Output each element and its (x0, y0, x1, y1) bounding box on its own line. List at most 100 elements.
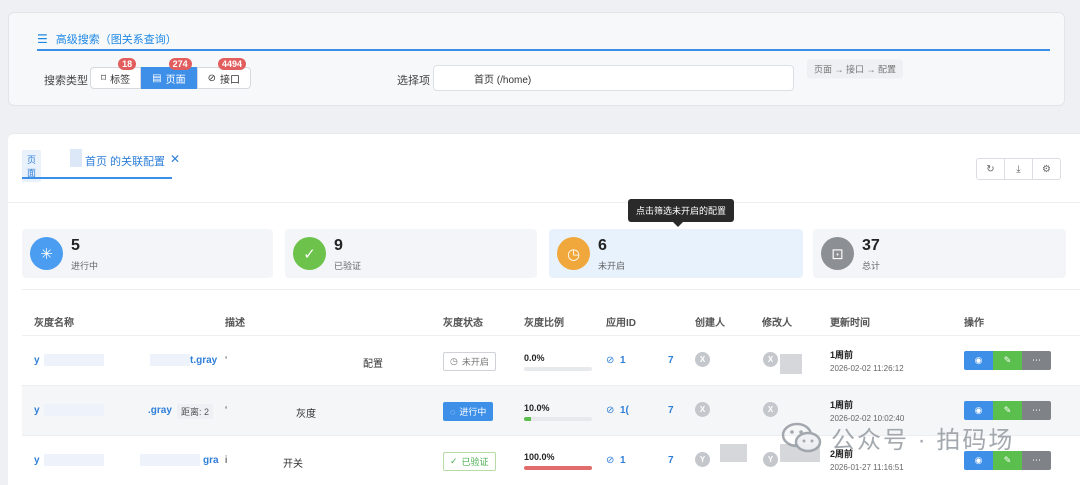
watermark: 公众号 · 拍码场 (781, 420, 1014, 455)
row-name-end[interactable]: gra (203, 455, 219, 466)
status-label: 进行中 (459, 407, 487, 417)
stat-verified-count: 9 (334, 237, 343, 254)
more-icon: ⋯ (1032, 355, 1041, 365)
row-desc: 配置 (363, 359, 383, 370)
type-tag-button[interactable]: 18 ⌑ 标签 (90, 58, 142, 89)
ratio-progress-bar (524, 417, 592, 421)
time-relative: 1周前 (830, 400, 854, 410)
active-tab-underline (22, 177, 172, 179)
col-header-ratio: 灰度比例 (524, 318, 564, 329)
app-id-suffix[interactable]: 7 (668, 405, 674, 416)
row-name-start[interactable]: y (34, 455, 40, 466)
type-page-label: 页面 (165, 74, 186, 86)
redacted-block (70, 149, 82, 167)
more-button[interactable]: ⋯ (1022, 351, 1051, 370)
loading-icon: ◌ (450, 406, 456, 417)
download-button[interactable]: ⤓ (1004, 158, 1033, 180)
watermark-text: 公众号 · 拍码场 (831, 427, 1015, 454)
link-icon: ⊘ (606, 405, 615, 416)
col-header-appid: 应用ID (606, 318, 636, 329)
stat-not-started-count: 6 (598, 237, 607, 254)
card-divider (8, 202, 1080, 203)
col-header-status: 灰度状态 (443, 318, 483, 329)
eye-icon: ◉ (974, 405, 983, 415)
pencil-icon: ✎ (1003, 405, 1012, 415)
settings-button[interactable]: ⚙ (1032, 158, 1061, 180)
stat-verified-label: 已验证 (334, 261, 362, 271)
status-badge: ✓ 已验证 (443, 452, 496, 471)
status-label: 已验证 (461, 457, 489, 467)
pencil-icon: ✎ (1003, 355, 1012, 365)
app-id-suffix[interactable]: 7 (668, 455, 674, 466)
refresh-icon: ↻ (986, 163, 995, 175)
search-type-label: 搜索类型 (44, 75, 88, 87)
progress-fill (524, 466, 592, 470)
clock-icon: ◷ (450, 356, 458, 366)
stat-not-started[interactable]: ◷ 6 未开启 (549, 229, 803, 278)
app-id[interactable]: 1 (620, 455, 626, 466)
type-api-button[interactable]: 4494 ⊘ 接口 (196, 58, 251, 89)
ratio-progress-bar (524, 466, 592, 470)
select-item-input[interactable]: 首页 (/home) (433, 65, 794, 91)
row-desc: 开关 (283, 459, 303, 470)
close-icon[interactable]: ✕ (170, 152, 180, 166)
stat-in-progress[interactable]: ✳ 5 进行中 (22, 229, 273, 278)
status-badge: ◷ 未开启 (443, 352, 496, 371)
col-header-actions: 操作 (964, 318, 984, 329)
col-header-creator: 创建人 (695, 318, 725, 329)
total-icon: ⊡ (821, 237, 854, 270)
header-divider (22, 335, 1080, 336)
stat-verified[interactable]: ✓ 9 已验证 (285, 229, 537, 278)
status-label: 未开启 (461, 357, 489, 367)
row-name-start[interactable]: y (34, 355, 40, 366)
bookmark-icon: ⌑ (101, 72, 107, 84)
avatar: Y (763, 452, 778, 467)
ratio-progress-bar (524, 367, 592, 371)
redacted-block (44, 354, 104, 366)
row-name-end[interactable]: t.gray (190, 355, 217, 366)
select-item-label: 选择项 (397, 75, 430, 87)
distance-tag: 距离: 2 (177, 404, 214, 419)
title-divider (37, 49, 1050, 51)
stat-total-label: 总计 (862, 261, 881, 271)
view-button[interactable]: ◉ (964, 401, 993, 420)
check-icon: ✓ (450, 456, 458, 466)
row-name-end[interactable]: .gray (148, 405, 172, 416)
clock-icon: ◷ (557, 237, 590, 270)
stat-total[interactable]: ⊡ 37 总计 (813, 229, 1066, 278)
more-button[interactable]: ⋯ (1022, 401, 1051, 420)
advanced-search-panel: ☰ 高级搜索（图关系查询） (8, 12, 1065, 106)
edit-button[interactable]: ✎ (993, 351, 1022, 370)
filter-tooltip: 点击筛选未开启的配置 (628, 199, 735, 227)
link-icon: ⊘ (606, 455, 615, 466)
search-panel-title: ☰ 高级搜索（图关系查询） (37, 31, 177, 47)
redacted-block (140, 454, 200, 466)
type-tag-label: 标签 (110, 74, 131, 86)
check-icon: ✓ (293, 237, 326, 270)
row-desc-mark: i (225, 455, 228, 466)
progress-fill (524, 417, 531, 421)
edit-button[interactable]: ✎ (993, 401, 1022, 420)
redacted-block (44, 404, 104, 416)
avatar: X (763, 402, 778, 417)
download-icon: ⤓ (1016, 163, 1021, 175)
filter-sliders-icon: ☰ (37, 32, 48, 46)
type-page-button[interactable]: 274 ▤ 页面 (141, 58, 197, 89)
row-desc-mark: ‘ (225, 405, 228, 416)
gear-icon: ⚙ (1042, 163, 1051, 175)
eye-icon: ◉ (974, 355, 983, 365)
more-button[interactable]: ⋯ (1022, 451, 1051, 470)
row-name-start[interactable]: y (34, 405, 40, 416)
avatar: X (763, 352, 778, 367)
app-id-suffix[interactable]: 7 (668, 355, 674, 366)
time-absolute: 2026-01-27 11:16:51 (830, 463, 904, 472)
search-type-group: 18 ⌑ 标签 274 ▤ 页面 4494 ⊘ 接口 (90, 58, 251, 89)
app-id[interactable]: 1( (620, 405, 629, 416)
col-header-modifier: 修改人 (762, 318, 792, 329)
row-actions: ◉ ✎ ⋯ (964, 351, 1051, 370)
view-button[interactable]: ◉ (964, 351, 993, 370)
app-id[interactable]: 1 (620, 355, 626, 366)
api-count-badge: 4494 (217, 58, 246, 70)
refresh-button[interactable]: ↻ (976, 158, 1005, 180)
tab-title[interactable]: 首页 的关联配置 (85, 153, 165, 169)
